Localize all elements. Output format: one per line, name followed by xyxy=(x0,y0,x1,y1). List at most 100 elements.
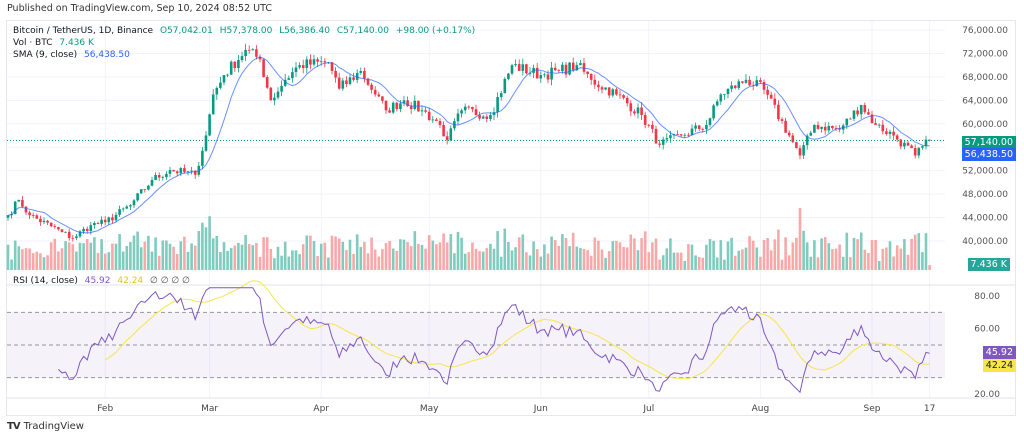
candle-body xyxy=(147,185,150,190)
volume-bar xyxy=(766,238,769,270)
candle-body xyxy=(607,87,611,96)
candle-body xyxy=(611,89,615,96)
volume-bar xyxy=(262,237,265,270)
candle-body xyxy=(337,77,341,89)
candle-body xyxy=(273,97,276,101)
candle-body xyxy=(150,180,154,186)
candle-body xyxy=(820,126,823,129)
volume-bar xyxy=(121,251,125,270)
volume-bar xyxy=(629,234,633,270)
volume-bar xyxy=(841,256,845,270)
time-axis-label: Jul xyxy=(642,404,654,414)
candle-body xyxy=(381,96,384,101)
volume-bar xyxy=(805,242,809,270)
candle-body xyxy=(157,175,161,178)
volume-bar xyxy=(600,249,604,270)
volume-bar xyxy=(402,239,406,270)
volume-bar xyxy=(269,248,273,270)
volume-bar xyxy=(427,235,431,270)
candle-body xyxy=(93,223,96,226)
candle-body xyxy=(399,103,402,110)
candle-body xyxy=(190,170,193,172)
candle-body xyxy=(312,59,316,65)
volume-bar xyxy=(795,237,798,270)
volume-bar xyxy=(503,228,507,270)
volume-bar xyxy=(352,253,355,270)
candle-body xyxy=(633,111,636,114)
volume-bar xyxy=(147,235,150,270)
candle-body xyxy=(816,124,820,129)
candle-body xyxy=(888,131,892,134)
volume-bar xyxy=(323,242,327,270)
candle-body xyxy=(784,120,787,133)
volume-bar xyxy=(75,251,78,270)
volume-bar xyxy=(809,256,813,270)
candle-body xyxy=(582,63,586,72)
volume-bar xyxy=(31,253,35,270)
candle-body xyxy=(442,124,445,137)
candle-body xyxy=(568,62,571,75)
volume-bar xyxy=(136,231,139,270)
price-axis-label: 72,000.00 xyxy=(962,49,1008,59)
footer-brand[interactable]: TV TradingView xyxy=(7,421,84,432)
volume-bar xyxy=(755,247,759,270)
candle-body xyxy=(255,49,258,57)
time-axis-label: Feb xyxy=(97,404,113,414)
candle-body xyxy=(409,106,413,110)
volume-bar xyxy=(60,248,64,270)
candle-body xyxy=(741,81,744,83)
volume-bar xyxy=(708,239,712,270)
volume-bar xyxy=(258,256,262,270)
candle-body xyxy=(489,114,492,119)
candle-body xyxy=(535,67,539,79)
volume-bar xyxy=(521,234,525,270)
candle-body xyxy=(118,209,121,215)
candle-body xyxy=(82,228,85,232)
candle-body xyxy=(35,215,39,219)
volume-bar xyxy=(233,245,237,270)
volume-bar xyxy=(255,242,258,270)
candle-body xyxy=(6,215,10,218)
candle-body xyxy=(859,105,863,115)
volume-bar xyxy=(460,237,463,270)
volume-bar xyxy=(597,240,600,270)
volume-bar xyxy=(125,245,129,270)
candle-body xyxy=(553,67,557,71)
volume-bar xyxy=(543,244,546,270)
candle-body xyxy=(557,70,561,72)
price-chart[interactable]: 76,000.00 72,000.00 68,000.00 64,000.00 60,0… xyxy=(0,0,1024,441)
candle-body xyxy=(28,212,31,216)
volume-bar xyxy=(478,251,481,270)
candle-body xyxy=(269,87,273,101)
candle-body xyxy=(733,85,737,89)
volume-bar xyxy=(193,245,197,270)
rsi-extra-values: ∅ ∅ ∅ ∅ xyxy=(150,276,190,286)
volume-bar xyxy=(888,241,892,270)
rsi-tag: 45.92 xyxy=(982,346,1016,359)
candle-body xyxy=(683,134,687,136)
volume-bar xyxy=(867,253,870,270)
candle-body xyxy=(589,73,593,80)
volume-bar xyxy=(831,249,834,270)
volume-bar xyxy=(359,246,363,270)
volume-bar xyxy=(694,255,697,270)
volume-bar xyxy=(661,255,665,270)
volume-bar xyxy=(229,248,233,270)
candle-body xyxy=(265,77,269,88)
volume-bar xyxy=(370,237,373,270)
volume-bar xyxy=(492,248,496,270)
candle-body xyxy=(809,132,813,136)
candle-body xyxy=(435,119,438,122)
volume-bar xyxy=(481,251,485,270)
sma-tag: 56,438.50 xyxy=(961,148,1016,161)
volume-bar xyxy=(377,256,381,270)
candle-body xyxy=(125,206,129,209)
time-axis-label: Jun xyxy=(533,404,548,414)
volume-bar xyxy=(762,239,766,270)
volume-bar xyxy=(921,252,924,270)
volume-bar xyxy=(373,249,377,270)
volume-bar xyxy=(334,236,337,270)
volume-bar xyxy=(892,256,895,270)
candle-body xyxy=(219,82,222,88)
candle-body xyxy=(244,49,247,57)
